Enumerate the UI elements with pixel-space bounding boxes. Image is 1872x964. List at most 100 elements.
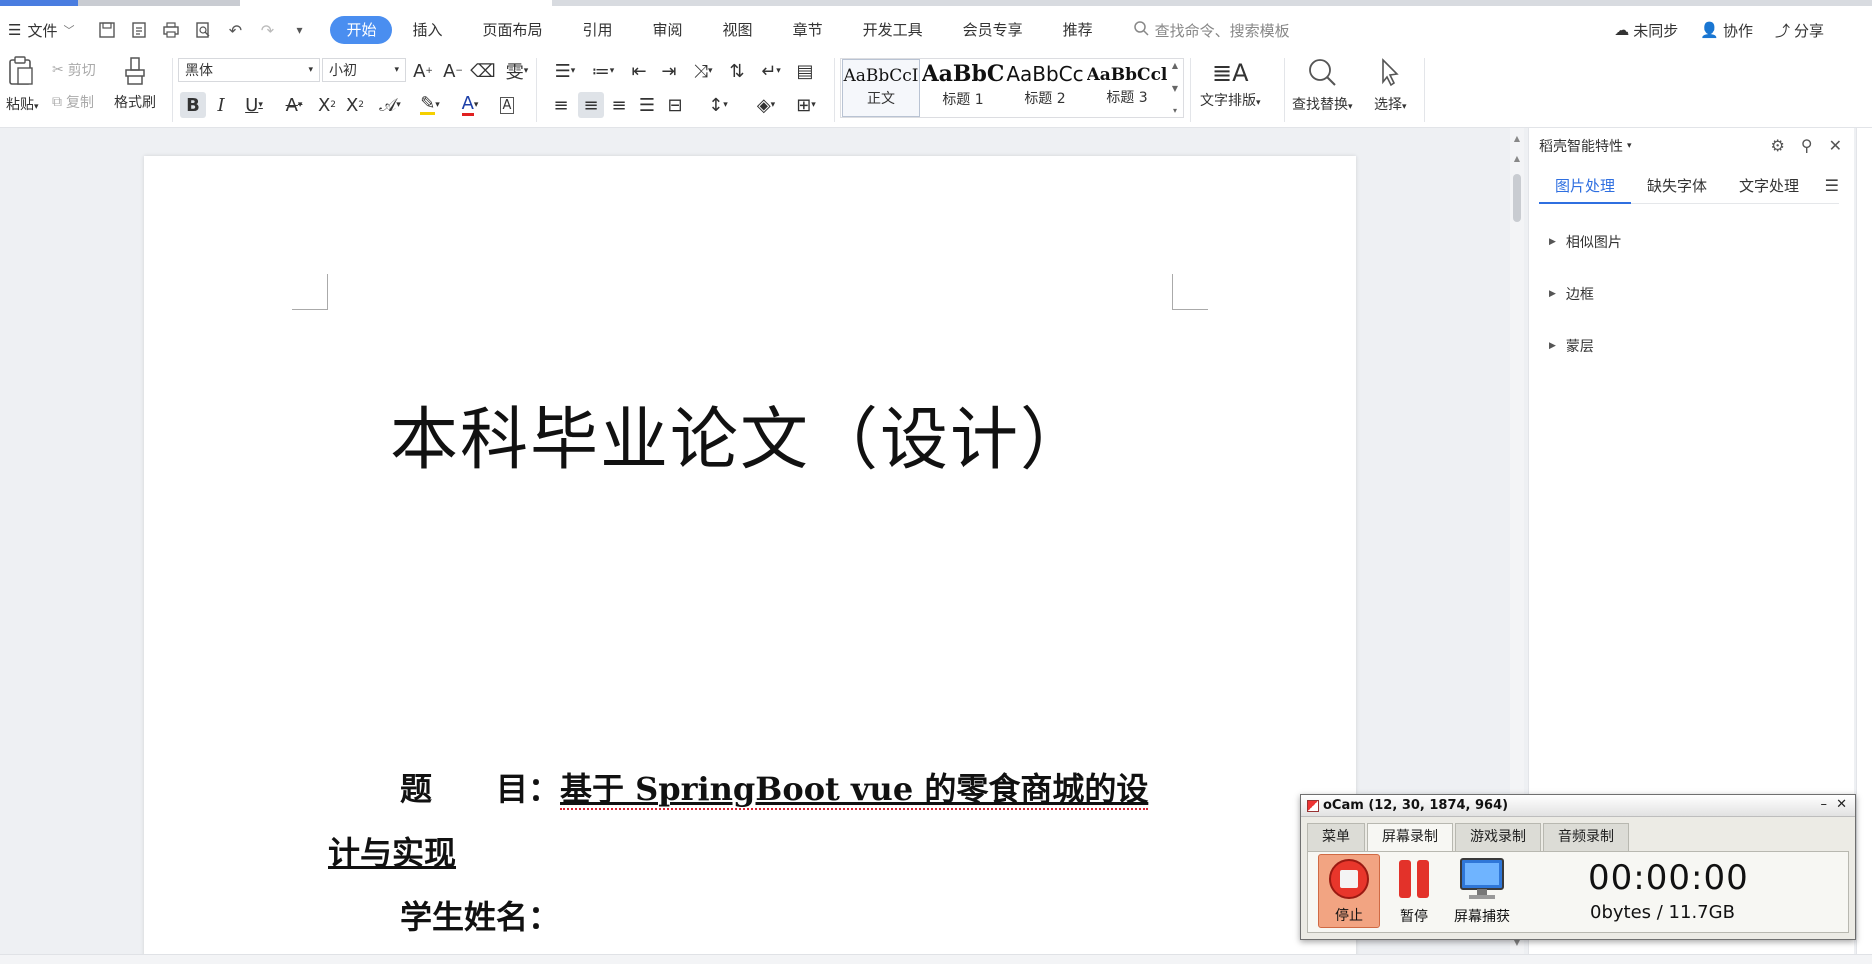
text-direction-icon[interactable]: ⤨ ▾ <box>686 58 720 84</box>
shrink-font-icon[interactable]: A − <box>440 58 466 84</box>
print-preview-icon[interactable] <box>192 19 214 41</box>
superscript-button[interactable]: X2 <box>314 92 340 118</box>
shading-icon[interactable]: ◈ ▾ <box>748 92 784 118</box>
pause-button[interactable]: 暂停 <box>1392 856 1436 926</box>
tab-review[interactable]: 审阅 <box>633 16 703 44</box>
style-heading-3[interactable]: AaBbCcl 标题 3 <box>1087 59 1168 117</box>
distributed-align-icon[interactable]: ⊟ <box>662 92 688 118</box>
file-menu[interactable]: ☰ 文件 ﹀ <box>8 15 74 45</box>
font-color-button[interactable]: A ▾ <box>452 92 488 118</box>
scrollbar-thumb[interactable] <box>1513 174 1521 222</box>
customize-toolbar-icon[interactable]: ▾ <box>288 19 310 41</box>
collaborate-button[interactable]: 👤 协作 <box>1700 20 1753 41</box>
close-icon[interactable]: ✕ <box>1829 136 1842 155</box>
ocam-tab-audio-record[interactable]: 音频录制 <box>1543 823 1629 851</box>
chevron-down-icon[interactable]: ▼ <box>1172 84 1178 93</box>
document-page[interactable]: 本科毕业论文（设计） 题 目：基于 SpringBoot vue 的零食商城的设… <box>144 156 1356 954</box>
tab-text-processing[interactable]: 文字处理 <box>1723 172 1815 204</box>
line-spacing-icon[interactable]: ↕ ▾ <box>700 92 736 118</box>
close-icon[interactable]: ✕ <box>1836 797 1847 812</box>
ocam-title-bar[interactable]: oCam (12, 30, 1874, 964) – ✕ <box>1301 795 1855 817</box>
highlight-icon[interactable]: ✎ ▾ <box>412 92 448 118</box>
justify-icon[interactable]: ☰ <box>634 92 660 118</box>
cut-button[interactable]: ✂ 剪切 <box>52 60 96 80</box>
strikethrough-button[interactable]: A ▾ <box>276 92 312 118</box>
command-search[interactable]: 查找命令、搜索模板 <box>1133 20 1290 41</box>
tab-member[interactable]: 会员专享 <box>943 16 1043 44</box>
char-border-button[interactable]: A <box>494 92 520 118</box>
show-marks-icon[interactable]: ↵ ▾ <box>754 58 788 84</box>
gear-icon[interactable]: ⚙ <box>1771 136 1785 155</box>
section-border[interactable]: ▶ 边框 <box>1549 284 1594 304</box>
bullet-list-icon[interactable]: ☰ ▾ <box>548 58 582 84</box>
section-similar-images[interactable]: ▶ 相似图片 <box>1549 232 1622 252</box>
menu-icon[interactable]: ☰ <box>1825 172 1839 203</box>
share-button[interactable]: ⤴ 分享 <box>1775 20 1824 41</box>
caret-right-icon: ▶ <box>1549 341 1556 351</box>
copy-button[interactable]: ⧉ 复制 <box>52 92 94 112</box>
tab-developer[interactable]: 开发工具 <box>843 16 943 44</box>
screen-capture-button[interactable]: 屏幕捕获 <box>1454 856 1510 926</box>
numbered-list-icon[interactable]: ≔ ▾ <box>586 58 620 84</box>
align-left-icon[interactable]: ≡ <box>548 92 574 118</box>
tab-references[interactable]: 引用 <box>563 16 633 44</box>
tab-home[interactable]: 开始 <box>330 16 393 44</box>
format-painter-button[interactable]: 格式刷 <box>114 56 156 112</box>
export-pdf-icon[interactable] <box>128 19 150 41</box>
find-replace-button[interactable]: 查找替换▾ <box>1292 56 1353 114</box>
align-center-icon[interactable]: ≡ <box>578 92 604 118</box>
chevron-up-icon[interactable]: ▲ <box>1172 61 1178 70</box>
tab-insert[interactable]: 插入 <box>392 16 462 44</box>
decrease-indent-icon[interactable]: ⇤ <box>626 58 652 84</box>
paste-button[interactable]: 粘贴▾ <box>6 56 39 114</box>
ocam-controls: 停止 暂停 屏幕捕获 00:00:00 0bytes / 11.7GB <box>1307 851 1849 933</box>
print-icon[interactable] <box>160 19 182 41</box>
sort-icon[interactable]: ⇅ <box>724 58 750 84</box>
increase-indent-icon[interactable]: ⇥ <box>656 58 682 84</box>
style-heading-2[interactable]: AaBbCc 标题 2 <box>1005 59 1085 117</box>
font-name-select[interactable]: 黑体 ▾ <box>178 58 320 82</box>
ocam-tab-game-record[interactable]: 游戏录制 <box>1455 823 1541 851</box>
align-right-icon[interactable]: ≡ <box>606 92 632 118</box>
scroll-up-arrow[interactable]: ▲ <box>1510 152 1524 166</box>
grow-font-icon[interactable]: A + <box>410 58 436 84</box>
scroll-up-arrow[interactable]: ▲ <box>1510 132 1524 146</box>
text-layout-button[interactable]: ≣A 文字排版▾ <box>1200 56 1261 110</box>
tab-missing-fonts[interactable]: 缺失字体 <box>1631 172 1723 204</box>
ocam-tab-menu[interactable]: 菜单 <box>1307 823 1365 851</box>
font-size-select[interactable]: 小初 ▾ <box>322 58 406 82</box>
underline-button[interactable]: U ▾ <box>236 92 272 118</box>
panel-title[interactable]: 稻壳智能特性 ▾ <box>1539 136 1632 156</box>
italic-button[interactable]: I <box>208 92 234 118</box>
redo-icon[interactable]: ↷ <box>256 19 278 41</box>
stop-button[interactable]: 停止 <box>1318 854 1380 928</box>
tab-page-layout[interactable]: 页面布局 <box>463 16 563 44</box>
ocam-tab-screen-record[interactable]: 屏幕录制 <box>1367 823 1453 851</box>
minimize-icon[interactable]: – <box>1821 797 1828 812</box>
borders-icon[interactable]: ⊞ ▾ <box>788 92 824 118</box>
style-normal[interactable]: AaBbCcI 正文 <box>842 59 920 117</box>
tab-view[interactable]: 视图 <box>703 16 773 44</box>
style-heading-1[interactable]: AaBbC 标题 1 <box>922 59 1005 117</box>
pinyin-guide-icon[interactable]: 雯 ▾ <box>500 58 534 84</box>
cloud-icon: ☁ <box>1614 21 1630 39</box>
sync-status[interactable]: ☁ 未同步 <box>1614 20 1678 41</box>
section-mask[interactable]: ▶ 蒙层 <box>1549 336 1594 356</box>
expand-icon[interactable]: ▾ <box>1173 106 1177 115</box>
collaborate-label: 协作 <box>1722 21 1753 40</box>
bold-button[interactable]: B <box>180 92 206 118</box>
tab-chapter[interactable]: 章节 <box>773 16 843 44</box>
style-label: 标题 1 <box>942 92 984 108</box>
undo-icon[interactable]: ↶ <box>224 19 246 41</box>
tab-image-processing[interactable]: 图片处理 <box>1539 172 1632 204</box>
styles-scroll[interactable]: ▲ ▼ ▾ <box>1169 61 1181 115</box>
ruler-icon[interactable]: ▤ <box>792 58 818 84</box>
save-icon[interactable] <box>96 19 118 41</box>
text-effect-button[interactable]: 𝒜 ▾ <box>372 92 408 118</box>
pin-icon[interactable]: ⚲ <box>1801 136 1813 155</box>
tab-recommend[interactable]: 推荐 <box>1043 16 1113 44</box>
eraser-icon[interactable]: ⌫ <box>470 58 496 84</box>
subscript-button[interactable]: X2 <box>342 92 368 118</box>
select-button[interactable]: 选择▾ <box>1374 56 1407 114</box>
magnifier-icon <box>1306 56 1338 94</box>
